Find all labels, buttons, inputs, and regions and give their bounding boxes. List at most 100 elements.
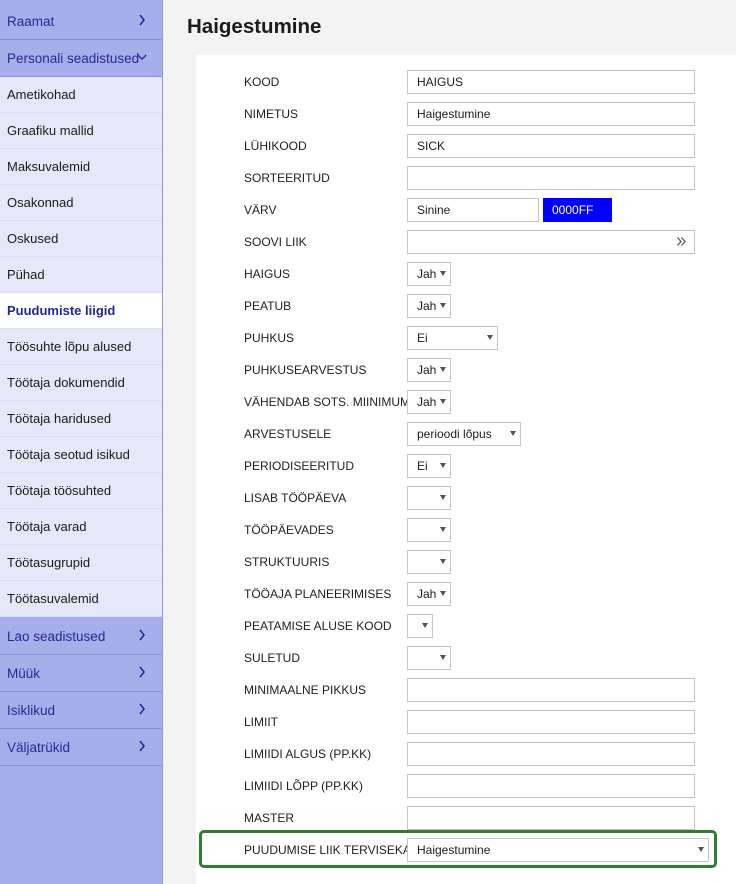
varv-input[interactable]: Sinine [407,198,539,222]
label-peatub: PEATUB [244,299,292,313]
haigus-value: Jah [417,267,437,281]
chevron-right-icon [137,665,147,679]
master-input[interactable] [407,806,695,830]
label-haigus: HAIGUS [244,267,291,281]
dropdown-arrow-icon [440,303,446,308]
label-arvestusele: ARVESTUSELE [244,427,332,441]
vahendab-select[interactable]: Jah [407,390,451,414]
sidebar-item-maksuvalemid[interactable]: Maksuvalemid [0,149,162,185]
label-struktuuris: STRUKTUURIS [244,555,330,569]
lisab-toopaeva-select[interactable] [407,486,451,510]
sidebar-item-toosuhte-lopu-alused[interactable]: Töösuhte lõpu alused [0,329,162,365]
puhkus-select[interactable]: Ei [407,326,498,350]
tooaja-value: Jah [417,587,437,601]
label-sorteeritud: SORTEERITUD [244,171,330,185]
nav-group-label: Väljatrükid [7,739,71,755]
chevron-right-icon [137,628,147,642]
sidebar: Raamat Personali seadistused Ametikohad … [0,0,163,884]
struktuuris-select[interactable] [407,550,451,574]
nav-group-valjatrukid[interactable]: Väljatrükid [0,729,162,766]
sidebar-item-tootaja-haridused[interactable]: Töötaja haridused [0,401,162,437]
minimaalne-pikkus-input[interactable] [407,678,695,702]
limiidi-lopp-input[interactable] [407,774,695,798]
chevron-right-icon [137,13,147,27]
sidebar-item-label: Osakonnad [7,195,74,210]
chevron-down-icon [137,50,147,64]
nav-group-raamat[interactable]: Raamat [0,3,162,40]
suletud-select[interactable] [407,646,451,670]
label-toopaevades: TÖÖPÄEVADES [244,523,334,537]
form-panel: KOOD NIMETUS LÜHIKOOD SORTEERITUD VÄRV S… [196,55,736,884]
puhkus-value: Ei [417,331,428,345]
label-limiidi-lopp: LIMIIDI LÕPP (PP.KK) [244,779,363,793]
double-chevron-right-icon[interactable] [676,236,687,250]
sidebar-item-label: Maksuvalemid [7,159,91,174]
color-swatch: 0000FF [543,198,612,222]
sidebar-item-label: Puudumiste liigid [7,303,116,318]
nimetus-input[interactable]: Haigestumine [407,102,695,126]
toopaevades-select[interactable] [407,518,451,542]
nav-group-personali-seadistused[interactable]: Personali seadistused [0,40,162,77]
kood-input[interactable]: HAIGUS [407,70,695,94]
label-puhkusearvestus: PUHKUSEARVESTUS [244,363,367,377]
label-minimaalne-pikkus: MINIMAALNE PIKKUS [244,683,367,697]
sidebar-item-label: Töötasugrupid [7,555,91,570]
label-peatamise-aluse-kood: PEATAMISE ALUSE KOOD [244,619,392,633]
sidebar-item-label: Töötaja haridused [7,411,112,426]
nav-group-label: Lao seadistused [7,628,106,644]
nav-group-label: Personali seadistused [7,50,140,66]
periodiseeritud-select[interactable]: Ei [407,454,451,478]
sidebar-item-label: Töösuhte lõpu alused [7,339,132,354]
sidebar-item-label: Töötaja seotud isikud [7,447,130,462]
sidebar-item-puudumiste-liigid[interactable]: Puudumiste liigid [0,293,162,329]
sidebar-item-label: Graafiku mallid [7,123,94,138]
sidebar-item-tootaja-dokumendid[interactable]: Töötaja dokumendid [0,365,162,401]
peatamise-aluse-kood-select[interactable] [407,614,433,638]
label-soovi-liik: SOOVI LIIK [244,235,307,249]
sidebar-item-tootasuvalemid[interactable]: Töötasuvalemid [0,581,162,617]
nav-group-label: Raamat [7,13,55,29]
label-vahendab-sots-miinimumi: VÄHENDAB SOTS. MIINIMUMI [244,395,414,409]
dropdown-arrow-icon [440,559,446,564]
sidebar-item-ametikohad[interactable]: Ametikohad [0,77,162,113]
label-luhikood: LÜHIKOOD [244,139,307,153]
limiit-input[interactable] [407,710,695,734]
sidebar-item-tootasugrupid[interactable]: Töötasugrupid [0,545,162,581]
dropdown-arrow-icon [487,335,493,340]
sorteeritud-input[interactable] [407,166,695,190]
haigus-select[interactable]: Jah [407,262,451,286]
nav-group-lao-seadistused[interactable]: Lao seadistused [0,618,162,655]
luhikood-input[interactable]: SICK [407,134,695,158]
sidebar-item-puhad[interactable]: Pühad [0,257,162,293]
label-puhkus: PUHKUS [244,331,295,345]
soovi-liik-input[interactable] [407,230,695,254]
dropdown-arrow-icon [440,367,446,372]
dropdown-arrow-icon [422,623,428,628]
peatub-select[interactable]: Jah [407,294,451,318]
highlight-box [199,830,717,868]
puhkusearvestus-select[interactable]: Jah [407,358,451,382]
sidebar-item-graafiku-mallid[interactable]: Graafiku mallid [0,113,162,149]
peatub-value: Jah [417,299,437,313]
sidebar-item-tootaja-varad[interactable]: Töötaja varad [0,509,162,545]
label-kood: KOOD [244,75,280,89]
nav-group-isiklikud[interactable]: Isiklikud [0,692,162,729]
sidebar-item-label: Töötaja töösuhted [7,483,112,498]
sidebar-item-oskused[interactable]: Oskused [0,221,162,257]
dropdown-arrow-icon [440,271,446,276]
arvestusele-select[interactable]: perioodi lõpus [407,422,521,446]
nav-group-muuk[interactable]: Müük [0,655,162,692]
sidebar-item-osakonnad[interactable]: Osakonnad [0,185,162,221]
puhkusearvestus-value: Jah [417,363,437,377]
label-tooaja-planeerimises: TÖÖAJA PLANEERIMISES [244,587,392,601]
dropdown-arrow-icon [440,591,446,596]
sidebar-item-tootaja-toosuhted[interactable]: Töötaja töösuhted [0,473,162,509]
sidebar-item-tootaja-seotud-isikud[interactable]: Töötaja seotud isikud [0,437,162,473]
sidebar-item-label: Oskused [7,231,59,246]
periodiseeritud-value: Ei [417,459,428,473]
page-title: Haigestumine [187,15,322,38]
tooaja-planeerimises-select[interactable]: Jah [407,582,451,606]
label-suletud: SULETUD [244,651,301,665]
nav-group-label: Müük [7,665,41,681]
limiidi-algus-input[interactable] [407,742,695,766]
